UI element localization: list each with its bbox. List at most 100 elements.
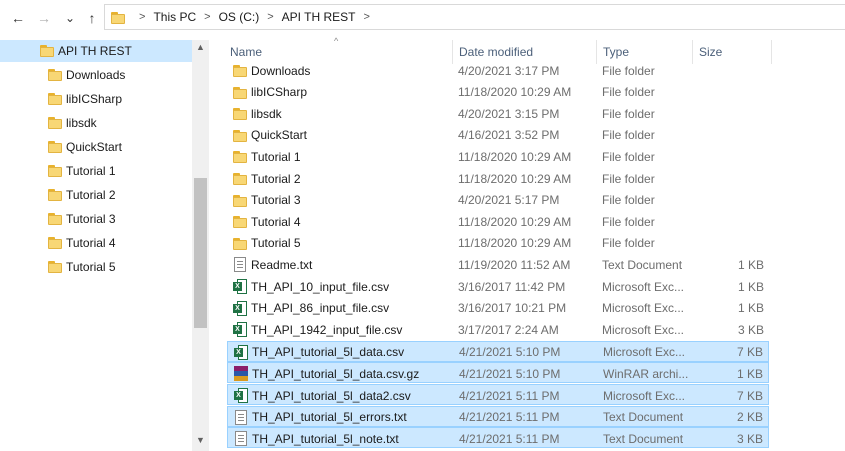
file-row[interactable]: TH_API_tutorial_5l_data.csv.gz 4/21/2021 …	[227, 362, 769, 384]
file-date-modified: 4/20/2021 3:17 PM	[458, 63, 560, 78]
breadcrumb-os-c[interactable]: OS (C:)	[219, 10, 260, 24]
file-type: Text Document	[603, 410, 684, 425]
file-row[interactable]: X TH_API_tutorial_5l_data.csv 4/21/2021 5:…	[227, 340, 769, 362]
file-name: TH_API_1942_input_file.csv	[251, 322, 403, 337]
nav-item-tutorial-5[interactable]: Tutorial 5	[0, 256, 192, 278]
file-row[interactable]: libICSharp 11/18/2020 10:29 AM File folder	[227, 82, 769, 103]
folder-icon	[48, 213, 62, 225]
file-date-modified: 11/19/2020 11:52 AM	[458, 257, 571, 272]
file-row[interactable]: Readme.txt 11/19/2020 11:52 AM Text Docume…	[227, 254, 769, 275]
file-name: Tutorial 1	[251, 149, 301, 164]
excel-csv-icon: X	[233, 300, 247, 316]
breadcrumb-separator-icon[interactable]: >	[204, 11, 210, 23]
scrollbar-thumb[interactable]	[194, 178, 207, 328]
folder-icon	[48, 93, 62, 105]
nav-item-label: Tutorial 1	[66, 164, 116, 178]
folder-icon	[233, 85, 247, 100]
folder-icon	[48, 189, 62, 201]
file-date-modified: 4/21/2021 5:10 PM	[459, 345, 561, 360]
folder-icon	[48, 165, 62, 177]
nav-item-downloads[interactable]: Downloads	[0, 64, 192, 86]
back-arrow-icon: ←	[11, 10, 25, 26]
file-name: Tutorial 3	[251, 193, 301, 208]
file-name: libsdk	[251, 106, 282, 121]
excel-csv-icon: X	[234, 344, 248, 360]
file-type: File folder	[602, 171, 655, 186]
nav-item-quickstart[interactable]: QuickStart	[0, 136, 192, 158]
navigation-pane: API TH REST Downloads libICSharp libsdk …	[0, 40, 209, 451]
folder-icon	[233, 106, 247, 121]
folder-icon	[48, 141, 62, 153]
file-row[interactable]: X TH_API_86_input_file.csv 3/16/2017 10:21…	[227, 298, 769, 319]
breadcrumb-separator-icon[interactable]: >	[139, 11, 145, 23]
chevron-down-icon: ⌄	[64, 11, 76, 25]
file-name: TH_API_tutorial_5l_note.txt	[252, 431, 399, 446]
file-name: Tutorial 4	[251, 214, 301, 229]
file-size: 1 KB	[737, 279, 764, 294]
nav-item-libsdk[interactable]: libsdk	[0, 112, 192, 134]
nav-item-label: QuickStart	[66, 140, 123, 154]
column-header-label: Name	[230, 45, 263, 59]
file-date-modified: 4/16/2021 3:52 PM	[458, 128, 560, 143]
file-name: Tutorial 5	[251, 236, 301, 251]
nav-item-libicsharp[interactable]: libICSharp	[0, 88, 192, 110]
nav-item-label: libsdk	[66, 116, 97, 130]
excel-csv-icon: X	[233, 279, 247, 294]
file-date-modified: 3/16/2017 10:21 PM	[458, 301, 567, 316]
file-date-modified: 11/18/2020 10:29 AM	[458, 171, 572, 186]
folder-icon	[111, 11, 125, 24]
file-name: QuickStart	[251, 128, 308, 143]
file-name: TH_API_tutorial_5l_errors.txt	[252, 410, 407, 425]
nav-item-tutorial-2[interactable]: Tutorial 2	[0, 184, 192, 206]
file-type: File folder	[602, 214, 655, 229]
excel-csv-icon: X	[234, 388, 248, 403]
breadcrumb-this-pc[interactable]: This PC	[153, 10, 196, 24]
breadcrumb-separator-icon[interactable]: >	[363, 11, 369, 23]
folder-icon	[40, 45, 54, 57]
file-name: TH_API_10_input_file.csv	[251, 279, 390, 294]
back-button[interactable]: ←	[8, 8, 28, 28]
nav-item-label: Tutorial 5	[66, 260, 116, 274]
nav-item-tutorial-1[interactable]: Tutorial 1	[0, 160, 192, 182]
winrar-archive-icon	[234, 366, 248, 382]
up-button[interactable]: ↑	[82, 8, 102, 28]
scroll-down-icon[interactable]: ▼	[192, 435, 209, 449]
file-row[interactable]: X TH_API_tutorial_5l_data2.csv 4/21/2021 5…	[227, 384, 769, 405]
nav-item-label: Tutorial 3	[66, 212, 116, 226]
navigation-pane-scrollbar[interactable]: ▲ ▼	[192, 40, 209, 451]
file-row[interactable]: Tutorial 1 11/18/2020 10:29 AM File folder	[227, 146, 769, 167]
file-row[interactable]: QuickStart 4/16/2021 3:52 PM File folder	[227, 125, 769, 146]
file-row[interactable]: Tutorial 4 11/18/2020 10:29 AM File folder	[227, 211, 769, 232]
file-date-modified: 4/20/2021 3:15 PM	[458, 106, 560, 121]
file-row[interactable]: TH_API_tutorial_5l_errors.txt 4/21/2021 5…	[227, 405, 769, 427]
forward-button[interactable]: →	[34, 8, 54, 28]
file-date-modified: 11/18/2020 10:29 AM	[458, 85, 572, 100]
breadcrumb-api-th-rest[interactable]: API TH REST	[282, 10, 356, 24]
file-row[interactable]: Tutorial 3 4/20/2021 5:17 PM File folder	[227, 190, 769, 211]
file-row[interactable]: Downloads 4/20/2021 3:17 PM File folder	[227, 60, 769, 81]
file-row[interactable]: TH_API_tutorial_5l_note.txt 4/21/2021 5:1…	[227, 427, 769, 449]
file-row[interactable]: X TH_API_10_input_file.csv 3/16/2017 11:42…	[227, 276, 769, 297]
file-size: 3 KB	[737, 322, 764, 337]
text-document-icon	[234, 431, 248, 447]
nav-item-tutorial-4[interactable]: Tutorial 4	[0, 232, 192, 254]
folder-icon	[233, 63, 247, 78]
column-divider[interactable]	[771, 40, 772, 64]
file-type: File folder	[602, 236, 655, 251]
file-row[interactable]: X TH_API_1942_input_file.csv 3/17/2017 2:2…	[227, 319, 769, 340]
scroll-up-icon[interactable]: ▲	[192, 42, 209, 56]
file-date-modified: 3/16/2017 11:42 PM	[458, 279, 566, 294]
file-row[interactable]: Tutorial 2 11/18/2020 10:29 AM File folder	[227, 168, 769, 189]
address-bar[interactable]: > This PC > OS (C:) > API TH REST >	[104, 4, 845, 30]
address-toolbar: ← → ⌄ ↑ > This PC > OS (C:) > API TH RES…	[0, 0, 845, 36]
file-row[interactable]: libsdk 4/20/2021 3:15 PM File folder	[227, 103, 769, 124]
recent-locations-button[interactable]: ⌄	[60, 8, 80, 28]
file-row[interactable]: Tutorial 5 11/18/2020 10:29 AM File folder	[227, 233, 769, 254]
file-type: File folder	[602, 149, 655, 164]
nav-item-api-th-rest[interactable]: API TH REST	[0, 40, 192, 62]
nav-item-tutorial-3[interactable]: Tutorial 3	[0, 208, 192, 230]
column-header-label: Type	[603, 45, 630, 59]
forward-arrow-icon: →	[37, 10, 51, 26]
file-size: 7 KB	[736, 345, 763, 360]
breadcrumb-separator-icon[interactable]: >	[267, 11, 273, 23]
